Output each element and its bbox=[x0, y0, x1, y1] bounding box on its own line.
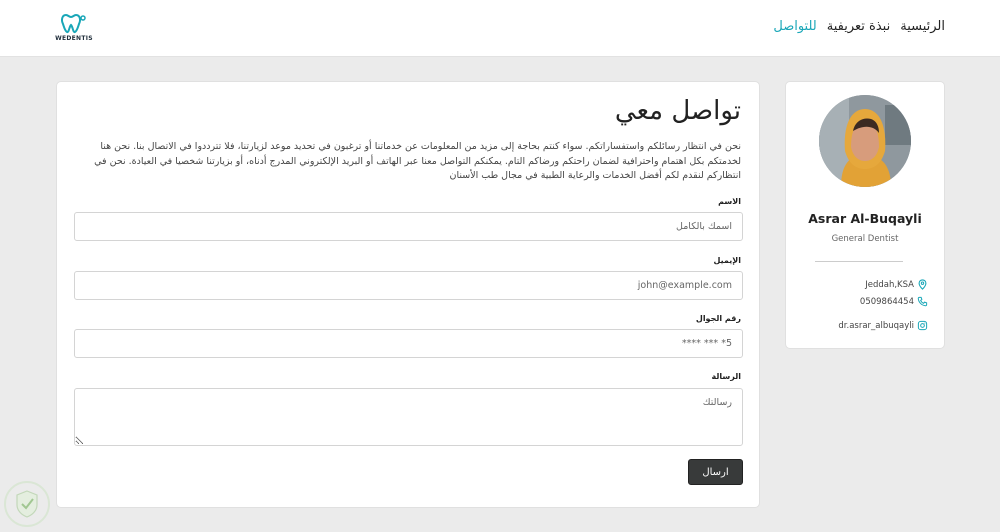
contact-card: تواصل معي نحن في انتظار رسائلكم واستفسار… bbox=[56, 81, 760, 508]
send-button[interactable]: ارسال bbox=[688, 459, 743, 485]
nav-home[interactable]: الرئيسية bbox=[900, 19, 945, 34]
tooth-logo-icon bbox=[61, 13, 86, 34]
location-row: Jeddah,KSA bbox=[865, 279, 928, 290]
doctor-name: Asrar Al-Buqayli bbox=[808, 211, 922, 226]
doctor-title: General Dentist bbox=[831, 234, 899, 244]
logo-text: WEDENTIS bbox=[55, 35, 93, 42]
doctor-avatar bbox=[819, 95, 911, 187]
phone-icon bbox=[917, 296, 928, 307]
phone-row[interactable]: 0509864454 bbox=[860, 296, 928, 307]
nav-links: الرئيسية نبذة تعريفية للتواصل bbox=[773, 19, 945, 34]
instagram-row[interactable]: dr.asrar_albuqayli bbox=[838, 320, 928, 331]
message-label: الرسالة bbox=[711, 372, 741, 381]
instagram-text[interactable]: dr.asrar_albuqayli bbox=[838, 321, 914, 331]
name-input[interactable] bbox=[74, 212, 743, 241]
email-label: الإيميل bbox=[713, 256, 741, 265]
email-input[interactable] bbox=[74, 271, 743, 300]
location-text: Jeddah,KSA bbox=[865, 279, 914, 290]
top-navbar: WEDENTIS الرئيسية نبذة تعريفية للتواصل bbox=[0, 0, 1000, 57]
watermark-badge bbox=[4, 481, 50, 527]
name-label: الاسم bbox=[718, 197, 741, 206]
nav-contact[interactable]: للتواصل bbox=[773, 19, 816, 34]
nav-about[interactable]: نبذة تعريفية bbox=[827, 19, 890, 34]
instagram-icon bbox=[917, 320, 928, 331]
phone-label: رقم الجوال bbox=[695, 314, 741, 323]
profile-divider bbox=[815, 261, 903, 262]
message-textarea[interactable] bbox=[74, 388, 743, 446]
contact-description: نحن في انتظار رسائلكم واستفساراتكم. سواء… bbox=[94, 141, 741, 181]
phone-text[interactable]: 0509864454 bbox=[860, 297, 914, 307]
brand-logo[interactable]: WEDENTIS bbox=[54, 12, 94, 46]
shield-check-icon bbox=[16, 490, 38, 518]
phone-input[interactable] bbox=[74, 329, 743, 358]
profile-card: Asrar Al-Buqayli General Dentist Jeddah,… bbox=[785, 81, 945, 349]
contact-title: تواصل معي bbox=[614, 96, 741, 126]
location-pin-icon bbox=[918, 279, 927, 290]
